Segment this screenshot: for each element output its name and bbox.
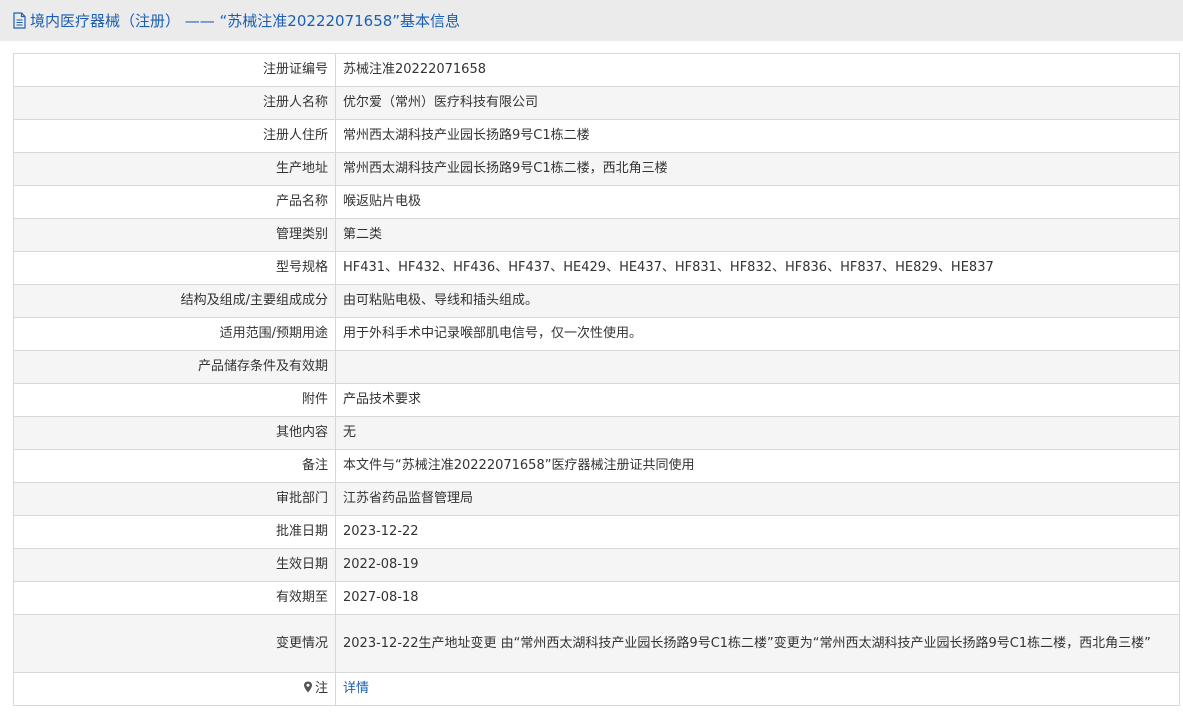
row-value: HF431、HF432、HF436、HF437、HE429、HE437、HF83…	[335, 251, 1180, 285]
table-row: 审批部门 江苏省药品监督管理局	[13, 482, 1180, 516]
row-label: 备注	[13, 449, 336, 483]
row-value: 2023-12-22	[335, 515, 1180, 549]
row-value: 无	[335, 416, 1180, 450]
row-value: 用于外科手术中记录喉部肌电信号，仅一次性使用。	[335, 317, 1180, 351]
row-label: 适用范围/预期用途	[13, 317, 336, 351]
row-value: 2022-08-19	[335, 548, 1180, 582]
row-label: 附件	[13, 383, 336, 417]
table-row: 产品储存条件及有效期	[13, 350, 1180, 384]
table-row: 附件 产品技术要求	[13, 383, 1180, 417]
table-row: 结构及组成/主要组成成分 由可粘贴电极、导线和插头组成。	[13, 284, 1180, 318]
row-value: 本文件与“苏械注准20222071658”医疗器械注册证共同使用	[335, 449, 1180, 483]
row-value: 产品技术要求	[335, 383, 1180, 417]
detail-table: 注册证编号 苏械注准20222071658 注册人名称 优尔爱（常州）医疗科技有…	[13, 53, 1180, 706]
table-row: 批准日期 2023-12-22	[13, 515, 1180, 549]
table-row: 管理类别 第二类	[13, 218, 1180, 252]
details-link[interactable]: 详情	[343, 681, 369, 696]
row-value: 2027-08-18	[335, 581, 1180, 615]
row-label: 变更情况	[13, 614, 336, 673]
row-label: 批准日期	[13, 515, 336, 549]
row-value: 2023-12-22生产地址变更 由“常州西太湖科技产业园长扬路9号C1栋二楼”…	[335, 614, 1180, 673]
row-label: 注册人名称	[13, 86, 336, 120]
row-value: 江苏省药品监督管理局	[335, 482, 1180, 516]
row-label: 产品名称	[13, 185, 336, 219]
row-label: 管理类别	[13, 218, 336, 252]
page-title: 境内医疗器械（注册） —— “苏械注准20222071658”基本信息	[30, 12, 461, 30]
row-value: 喉返贴片电极	[335, 185, 1180, 219]
table-row: 产品名称 喉返贴片电极	[13, 185, 1180, 219]
table-row: 生效日期 2022-08-19	[13, 548, 1180, 582]
note-label-cell: 注	[13, 672, 336, 706]
table-row: 型号规格 HF431、HF432、HF436、HF437、HE429、HE437…	[13, 251, 1180, 285]
note-label: 注	[314, 681, 328, 696]
table-row: 注册人住所 常州西太湖科技产业园长扬路9号C1栋二楼	[13, 119, 1180, 153]
table-row: 有效期至 2027-08-18	[13, 581, 1180, 615]
row-value: 苏械注准20222071658	[335, 53, 1180, 87]
row-value: 由可粘贴电极、导线和插头组成。	[335, 284, 1180, 318]
row-label: 生效日期	[13, 548, 336, 582]
row-label: 产品储存条件及有效期	[13, 350, 336, 384]
row-label: 生产地址	[13, 152, 336, 186]
row-label: 注册人住所	[13, 119, 336, 153]
table-row: 备注 本文件与“苏械注准20222071658”医疗器械注册证共同使用	[13, 449, 1180, 483]
row-value: 第二类	[335, 218, 1180, 252]
document-icon	[13, 12, 26, 29]
row-label: 注册证编号	[13, 53, 336, 87]
note-value-cell: 详情	[335, 672, 1180, 706]
row-label: 有效期至	[13, 581, 336, 615]
note-row: 注 详情	[13, 672, 1180, 706]
row-label: 型号规格	[13, 251, 336, 285]
row-label: 审批部门	[13, 482, 336, 516]
row-value	[335, 350, 1180, 384]
table-row: 适用范围/预期用途 用于外科手术中记录喉部肌电信号，仅一次性使用。	[13, 317, 1180, 351]
row-value: 优尔爱（常州）医疗科技有限公司	[335, 86, 1180, 120]
row-value: 常州西太湖科技产业园长扬路9号C1栋二楼	[335, 119, 1180, 153]
page-header: 境内医疗器械（注册） —— “苏械注准20222071658”基本信息	[0, 0, 1183, 41]
pin-icon	[303, 681, 312, 693]
table-row: 变更情况 2023-12-22生产地址变更 由“常州西太湖科技产业园长扬路9号C…	[13, 614, 1180, 673]
table-row: 注册证编号 苏械注准20222071658	[13, 53, 1180, 87]
row-label: 结构及组成/主要组成成分	[13, 284, 336, 318]
row-value: 常州西太湖科技产业园长扬路9号C1栋二楼，西北角三楼	[335, 152, 1180, 186]
table-row: 注册人名称 优尔爱（常州）医疗科技有限公司	[13, 86, 1180, 120]
table-row: 生产地址 常州西太湖科技产业园长扬路9号C1栋二楼，西北角三楼	[13, 152, 1180, 186]
row-label: 其他内容	[13, 416, 336, 450]
table-row: 其他内容 无	[13, 416, 1180, 450]
